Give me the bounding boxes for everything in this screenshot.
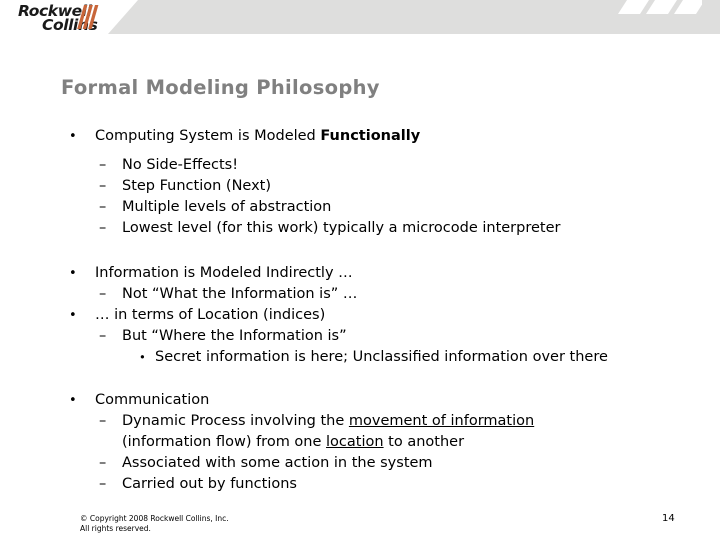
bullet-marker-dash: – [99, 286, 107, 302]
bullet-associated-with-action: – Associated with some action in the sys… [0, 453, 720, 474]
bullet-not-what-information-is: – Not “What the Information is” … [0, 284, 720, 305]
bullet-text: (information flow) from one [122, 434, 327, 450]
bullet-in-terms-of-location: • … in terms of Location (indices) [0, 305, 720, 326]
bullet-text: … in terms of Location (indices) [95, 307, 326, 323]
bullet-text-underlined: movement of information [348, 413, 535, 429]
bullet-carried-out-by-functions: – Carried out by functions [0, 474, 720, 495]
bullet-marker-round: • [69, 266, 77, 281]
bullet-marker-dash: – [99, 455, 107, 471]
bullet-marker-dash: – [99, 476, 107, 492]
copyright-notice: © Copyright 2008 Rockwell Collins, Inc. … [80, 514, 229, 534]
bullet-text: Carried out by functions [122, 476, 297, 492]
bullet-text: Multiple levels of abstraction [122, 199, 332, 215]
bullet-text: Information is Modeled Indirectly … [95, 265, 353, 281]
bullet-lowest-level: – Lowest level (for this work) typically… [0, 218, 720, 239]
bullet-secret-information: • Secret information is here; Unclassifi… [0, 347, 720, 368]
bullet-communication: • Communication [0, 390, 720, 411]
bullet-text: Dynamic Process involving the [122, 413, 349, 429]
bullet-no-side-effects: – No Side-Effects! [0, 155, 720, 176]
bullet-marker-dash: – [99, 220, 107, 236]
bullet-multiple-levels: – Multiple levels of abstraction [0, 197, 720, 218]
bullet-marker-dash: – [99, 328, 107, 344]
bullet-information-modeled-indirectly: • Information is Modeled Indirectly … [0, 263, 720, 284]
bullet-marker-round: • [69, 308, 77, 323]
bullet-text: No Side-Effects! [122, 157, 239, 173]
bullet-text: Associated with some action in the syste… [122, 455, 433, 471]
slide-page-number: 14 [662, 513, 675, 524]
header-corner-slashes-icon [618, 0, 702, 14]
bullet-text: Not “What the Information is” … [122, 286, 358, 302]
bullet-text: Communication [95, 392, 210, 408]
bullet-marker-round: • [69, 393, 77, 408]
bullet-text: to another [383, 434, 465, 450]
slide-body: • Computing System is Modeled Functional… [0, 126, 720, 495]
bullet-text: Lowest level (for this work) typically a… [122, 220, 561, 236]
page-title: Formal Modeling Philosophy [61, 76, 380, 99]
bullet-marker-dash: – [99, 178, 107, 194]
slide-header: Rockwell Collins [0, 0, 720, 34]
bullet-step-function: – Step Function (Next) [0, 176, 720, 197]
bullet-marker-small-round: • [139, 350, 146, 364]
bullet-marker-dash: – [99, 413, 107, 429]
logo-text-collins: Collins [42, 16, 98, 34]
bullet-marker-dash: – [99, 157, 107, 173]
copyright-line-2: All rights reserved. [80, 524, 151, 533]
bullet-dynamic-process: – Dynamic Process involving the movement… [0, 411, 720, 432]
bullet-marker-dash: – [99, 199, 107, 215]
copyright-line-1: © Copyright 2008 Rockwell Collins, Inc. [80, 514, 229, 523]
bullet-computing-system: • Computing System is Modeled Functional… [0, 126, 720, 147]
bullet-dynamic-process-continued: (information flow) from one location to … [0, 432, 720, 453]
bullet-text: But “Where the Information is” [122, 328, 347, 344]
bullet-text-emphasis: Functionally [320, 128, 421, 144]
bullet-marker-round: • [69, 129, 77, 144]
bullet-but-where-information-is: – But “Where the Information is” [0, 326, 720, 347]
bullet-text: Step Function (Next) [122, 178, 272, 194]
bullet-text-underlined: location [326, 434, 384, 450]
rockwell-collins-logo: Rockwell Collins [18, 2, 148, 34]
bullet-text: Computing System is Modeled [95, 128, 321, 144]
bullet-text: Secret information is here; Unclassified… [155, 349, 608, 365]
